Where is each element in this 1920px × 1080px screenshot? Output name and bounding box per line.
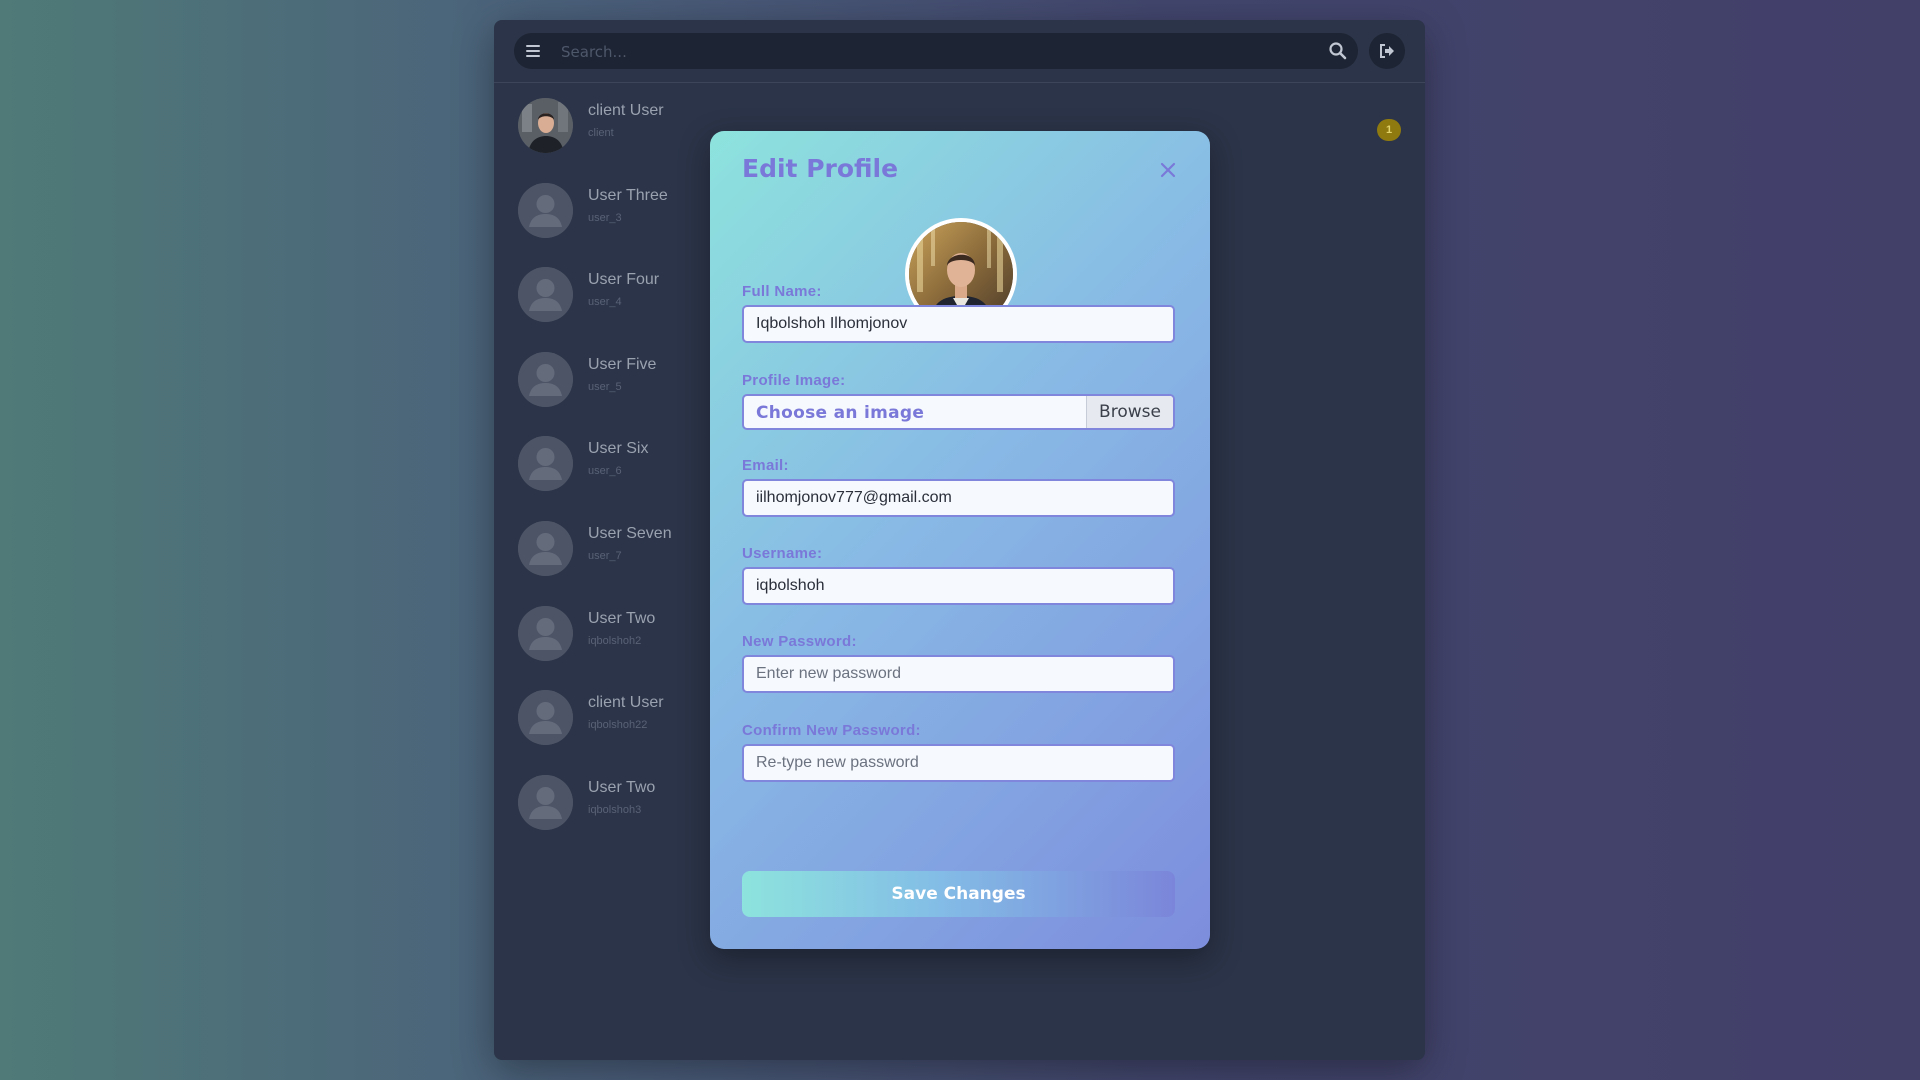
logout-icon — [1380, 44, 1394, 58]
user-handle: user_5 — [588, 380, 622, 393]
user-list-item[interactable]: User Five user_5 — [494, 351, 714, 437]
new-password-label: New Password: — [742, 633, 857, 650]
user-handle: client — [588, 127, 614, 139]
avatar — [518, 351, 573, 407]
avatar — [518, 605, 573, 661]
full-name-input[interactable] — [742, 305, 1175, 343]
user-list-item[interactable]: User Six user_6 — [494, 436, 714, 521]
user-handle: user_3 — [588, 211, 622, 224]
avatar — [518, 98, 573, 153]
user-name: User Six — [588, 440, 649, 458]
user-list-item[interactable]: User Four user_4 — [494, 267, 714, 352]
full-name-label: Full Name: — [742, 283, 822, 300]
profile-image-input[interactable]: Choose an image Browse — [742, 394, 1175, 430]
user-name: client User — [588, 102, 664, 119]
confirm-password-input[interactable] — [742, 744, 1175, 782]
profile-image-label: Profile Image: — [742, 372, 846, 389]
user-handle: iqbolshoh22 — [588, 719, 648, 732]
user-list-item[interactable]: client User iqbolshoh22 — [494, 690, 714, 775]
username-label: Username: — [742, 545, 823, 562]
search-icon[interactable] — [1328, 41, 1348, 61]
notification-badge[interactable]: 1 — [1377, 119, 1401, 141]
user-handle: iqbolshoh3 — [588, 803, 642, 816]
avatar — [518, 774, 573, 830]
user-name: User Three — [588, 186, 668, 204]
user-handle: user_7 — [588, 549, 622, 562]
username-input[interactable] — [742, 567, 1175, 605]
save-changes-button[interactable]: Save Changes — [742, 871, 1175, 917]
user-name: User Seven — [588, 524, 672, 542]
user-name: User Five — [588, 355, 657, 373]
user-list-item[interactable]: User Seven user_7 — [494, 520, 714, 606]
search-input[interactable] — [559, 33, 1303, 71]
user-name: User Four — [588, 271, 660, 289]
logout-button[interactable] — [1369, 33, 1405, 69]
user-handle: user_4 — [588, 296, 622, 309]
user-handle: user_6 — [588, 465, 622, 478]
edit-profile-modal: Edit Profile Full Name: Iqbolshoh Ilhomj… — [710, 131, 1210, 949]
user-handle: iqbolshoh2 — [588, 634, 642, 647]
confirm-password-label: Confirm New Password: — [742, 722, 921, 739]
user-name: client User — [588, 694, 664, 712]
avatar — [518, 436, 573, 492]
email-label: Email: — [742, 457, 789, 474]
user-list-item[interactable]: User Two iqbolshoh3 — [494, 774, 714, 860]
avatar — [518, 690, 573, 746]
file-placeholder: Choose an image — [756, 403, 925, 423]
search-bar — [514, 33, 1358, 71]
user-list: client User client User Three user_3 User Fo… — [494, 98, 714, 859]
close-icon[interactable] — [1157, 159, 1179, 181]
browse-button[interactable]: Browse — [1086, 396, 1173, 428]
modal-title: Edit Profile — [742, 154, 899, 183]
user-name: User Two — [588, 609, 656, 627]
avatar — [518, 182, 573, 238]
user-list-item[interactable]: User Three user_3 — [494, 182, 714, 268]
user-list-item[interactable]: User Two iqbolshoh2 — [494, 605, 714, 691]
menu-icon[interactable] — [522, 40, 544, 62]
user-name: User Two — [588, 778, 656, 796]
new-password-input[interactable] — [742, 655, 1175, 693]
user-list-item[interactable]: client User client — [494, 98, 714, 183]
avatar — [518, 520, 573, 576]
top-bar — [494, 20, 1425, 83]
avatar — [518, 267, 573, 323]
email-input[interactable] — [742, 479, 1175, 517]
